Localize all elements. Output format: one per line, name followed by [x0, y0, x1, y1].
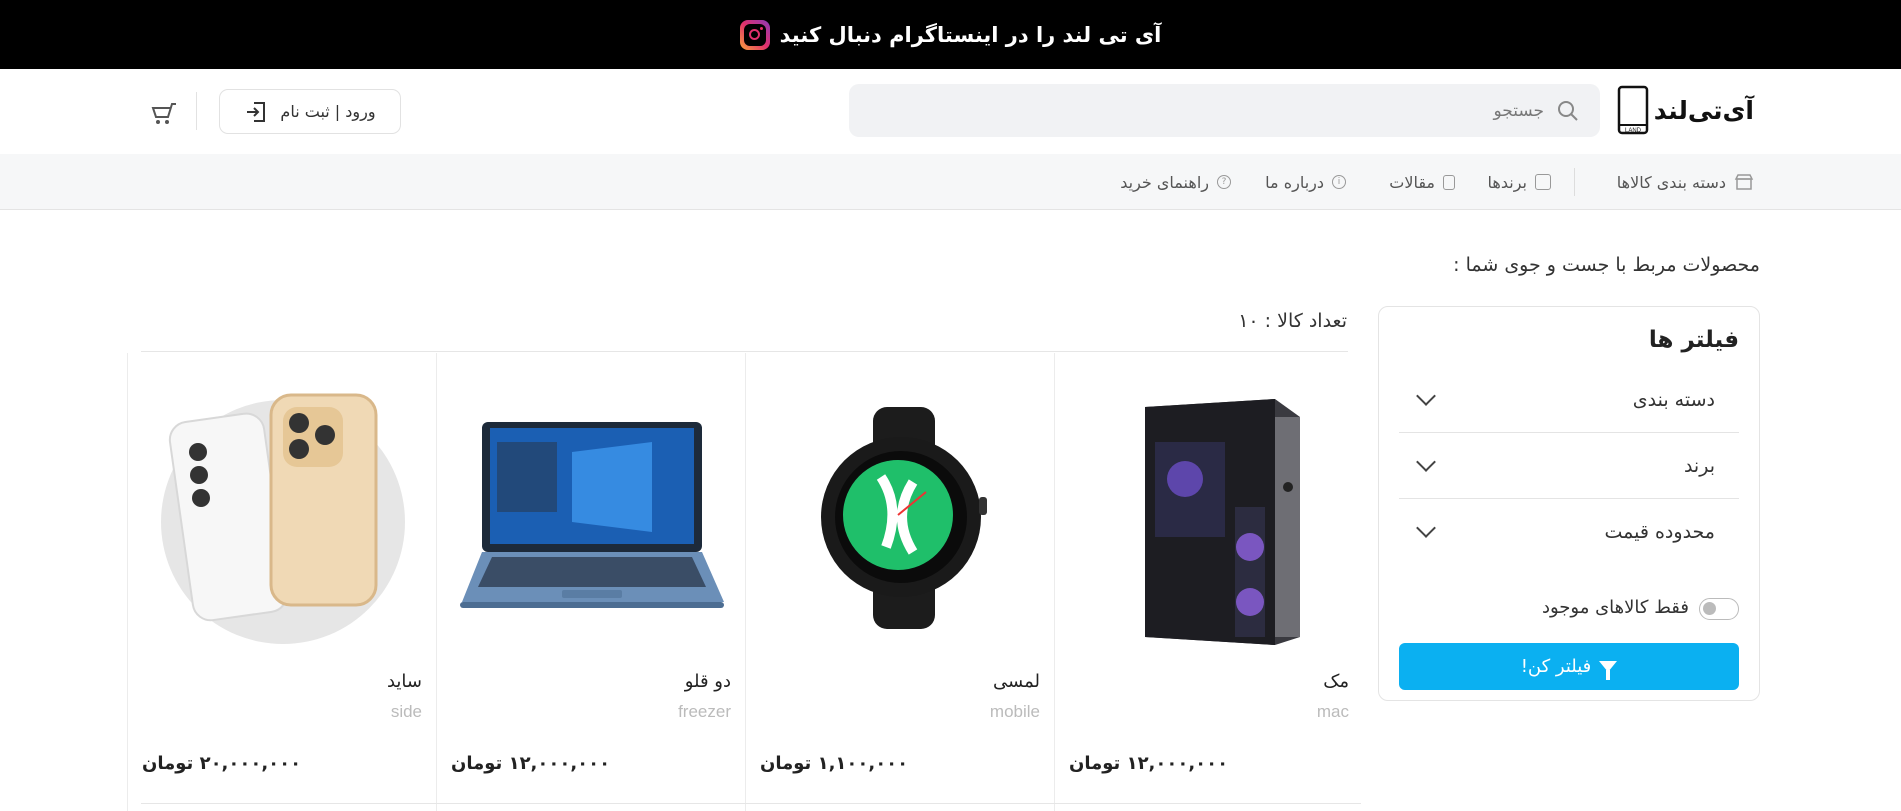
chevron-down-icon: [1416, 518, 1436, 538]
login-label: ورود | ثبت نام: [280, 102, 376, 121]
chevron-down-icon: [1416, 385, 1436, 406]
filter-brand-label: برند: [1683, 454, 1715, 477]
nav-categories-label: دسته بندی کالاها: [1616, 172, 1726, 192]
login-icon: [247, 101, 266, 122]
product-image: [758, 383, 1043, 651]
filter-brand[interactable]: برند: [1399, 433, 1739, 499]
product-slug: side: [390, 702, 422, 721]
product-count: تعداد کالا : ۱۰: [1238, 310, 1347, 332]
divider: [141, 351, 1348, 352]
product-name: ساید: [386, 671, 422, 692]
nav-guide[interactable]: ? راهنمای خرید: [1120, 154, 1231, 210]
apply-filter-button[interactable]: فیلتر کن!: [1399, 643, 1739, 690]
nav-brands-label: برندها: [1487, 172, 1527, 192]
product-name: دو قلو: [684, 671, 731, 692]
cart-icon[interactable]: [150, 101, 178, 125]
filter-category[interactable]: دسته بندی: [1399, 367, 1739, 433]
product-name: مک: [1323, 671, 1349, 692]
instagram-banner[interactable]: آی تی لند را در اینستاگرام دنبال کنید: [0, 0, 1901, 69]
site-logo[interactable]: آی‌تی‌لند LAND: [1616, 85, 1754, 135]
product-price: ۱۲,۰۰۰,۰۰۰ تومان: [451, 753, 611, 774]
nav-about-label: درباره ما: [1265, 172, 1324, 192]
available-only-toggle[interactable]: [1699, 598, 1739, 620]
product-name: لمسی: [993, 671, 1040, 692]
search-input[interactable]: جستجو: [849, 84, 1600, 137]
nav-divider: [1574, 168, 1575, 196]
logo-phone-icon: LAND: [1617, 85, 1649, 135]
available-only-label: فقط کالاهای موجود: [1541, 597, 1689, 618]
product-card[interactable]: مک mac ۱۲,۰۰۰,۰۰۰ تومان: [1054, 353, 1363, 811]
filters-panel: فیلتر ها دسته بندی برند محدوده قیمت فقط …: [1378, 306, 1760, 701]
chevron-down-icon: [1416, 451, 1436, 472]
logo-text: آی‌تی‌لند: [1653, 95, 1754, 125]
product-image: [449, 383, 734, 651]
product-image: [1067, 383, 1352, 651]
main-nav: دسته بندی کالاها برندها مقالات i درباره …: [0, 154, 1901, 210]
product-image: [140, 383, 425, 651]
nav-brands[interactable]: برندها: [1488, 154, 1551, 210]
filter-price-label: محدوده قیمت: [1604, 521, 1715, 543]
product-slug: mobile: [989, 702, 1040, 721]
svg-text:LAND: LAND: [1625, 128, 1642, 134]
login-register-button[interactable]: ورود | ثبت نام: [219, 89, 401, 134]
filters-title: فیلتر ها: [1648, 327, 1739, 353]
help-icon: ?: [1217, 175, 1231, 189]
product-price: ۱۲,۰۰۰,۰۰۰ تومان: [1069, 753, 1229, 774]
product-card[interactable]: دو قلو freezer ۱۲,۰۰۰,۰۰۰ تومان: [436, 353, 745, 811]
product-card[interactable]: ساید side ۲۰,۰۰۰,۰۰۰ تومان: [127, 353, 436, 811]
nav-articles[interactable]: مقالات: [1389, 154, 1455, 210]
filter-category-label: دسته بندی: [1632, 388, 1715, 411]
nav-guide-label: راهنمای خرید: [1120, 172, 1209, 192]
instagram-icon: [739, 19, 770, 50]
search-placeholder: جستجو: [1493, 100, 1544, 121]
header-divider: [196, 92, 197, 130]
filter-price[interactable]: محدوده قیمت: [1399, 499, 1739, 565]
filter-icon: [1599, 661, 1618, 680]
nav-about[interactable]: i درباره ما: [1265, 154, 1346, 210]
info-icon: i: [1332, 175, 1346, 189]
brands-icon: [1535, 174, 1551, 190]
product-slug: mac: [1316, 702, 1349, 721]
product-price: ۲۰,۰۰۰,۰۰۰ تومان: [142, 753, 302, 774]
header: آی‌تی‌لند LAND جستجو ورود | ثبت نام: [0, 69, 1901, 154]
nav-categories[interactable]: دسته بندی کالاها: [1617, 154, 1754, 210]
product-grid: مک mac ۱۲,۰۰۰,۰۰۰ تومان لمسی mobile ۱,۱۰…: [127, 353, 1361, 811]
banner-text: آی تی لند را در اینستاگرام دنبال کنید: [779, 22, 1162, 47]
search-icon: [1558, 100, 1578, 121]
divider: [141, 803, 1361, 804]
apply-filter-label: فیلتر کن!: [1520, 656, 1592, 677]
product-slug: freezer: [678, 702, 731, 721]
nav-articles-label: مقالات: [1389, 172, 1435, 192]
store-icon: [1734, 174, 1754, 190]
results-title: محصولات مربط با جست و جوی شما :: [1453, 254, 1760, 276]
product-price: ۱,۱۰۰,۰۰۰ تومان: [760, 753, 909, 774]
product-card[interactable]: لمسی mobile ۱,۱۰۰,۰۰۰ تومان: [745, 353, 1054, 811]
article-icon: [1443, 174, 1455, 190]
